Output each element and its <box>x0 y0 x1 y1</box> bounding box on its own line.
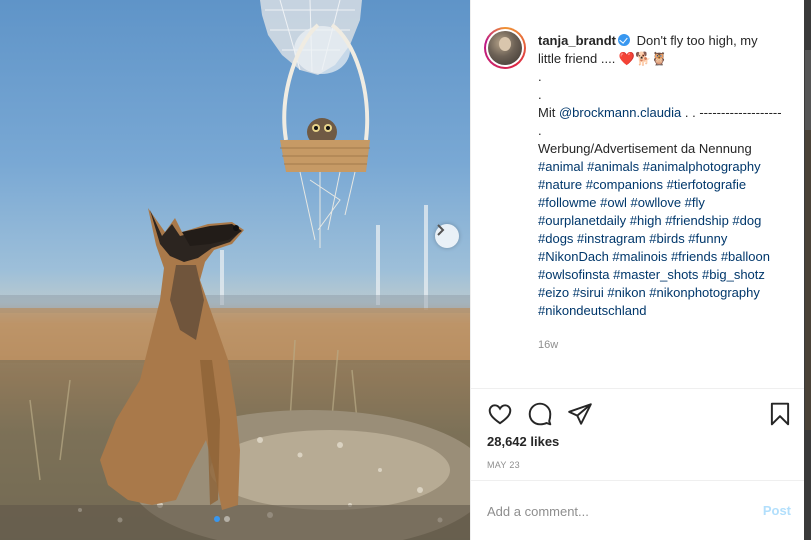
mention-link[interactable]: @brockmann.claudia <box>559 105 681 120</box>
caption-section: tanja_brandt Don't fly too high, my litt… <box>471 0 805 388</box>
basket <box>280 140 370 248</box>
comment-input[interactable] <box>487 501 737 521</box>
save-button[interactable] <box>767 401 793 427</box>
wind-turbines <box>220 205 428 310</box>
verified-badge-icon <box>618 34 631 46</box>
mit-prefix: Mit <box>538 105 559 120</box>
post-comment-button[interactable]: Post <box>763 503 791 518</box>
werbung-text: Werbung/Advertisement da Nennung <box>538 141 752 156</box>
comment-bubble-icon <box>528 402 552 426</box>
post-time-ago[interactable]: 16w <box>538 336 783 354</box>
avatar-image <box>488 31 522 65</box>
share-button[interactable] <box>567 401 593 427</box>
caption-dot: . <box>538 87 542 102</box>
caption-dot: . <box>538 69 542 84</box>
caption-text: tanja_brandt Don't fly too high, my litt… <box>538 32 783 354</box>
post-date[interactable]: MAY 23 <box>487 460 520 470</box>
avatar[interactable] <box>484 27 526 69</box>
carousel-dots <box>214 516 230 522</box>
carousel-dot <box>224 516 230 522</box>
like-button[interactable] <box>487 401 513 427</box>
post-side-panel: tanja_brandt Don't fly too high, my litt… <box>470 0 805 540</box>
photo-scene <box>0 0 470 540</box>
paper-plane-icon <box>568 403 592 425</box>
next-slide-button[interactable] <box>435 224 459 248</box>
username-link[interactable]: tanja_brandt <box>538 33 616 48</box>
action-bar: 28,642 likes MAY 23 <box>471 388 805 480</box>
comment-button[interactable] <box>527 401 553 427</box>
hashtags[interactable]: #animal #animals #animalphotography #nat… <box>538 158 783 320</box>
comment-form: Post <box>471 480 805 540</box>
carousel-dot-active <box>214 516 220 522</box>
post-photo[interactable] <box>0 0 470 540</box>
background-page-edge <box>804 0 811 540</box>
heart-icon <box>488 404 512 425</box>
chevron-right-icon <box>437 224 445 236</box>
bookmark-icon <box>770 402 790 426</box>
likes-count[interactable]: 28,642 likes <box>487 434 559 449</box>
